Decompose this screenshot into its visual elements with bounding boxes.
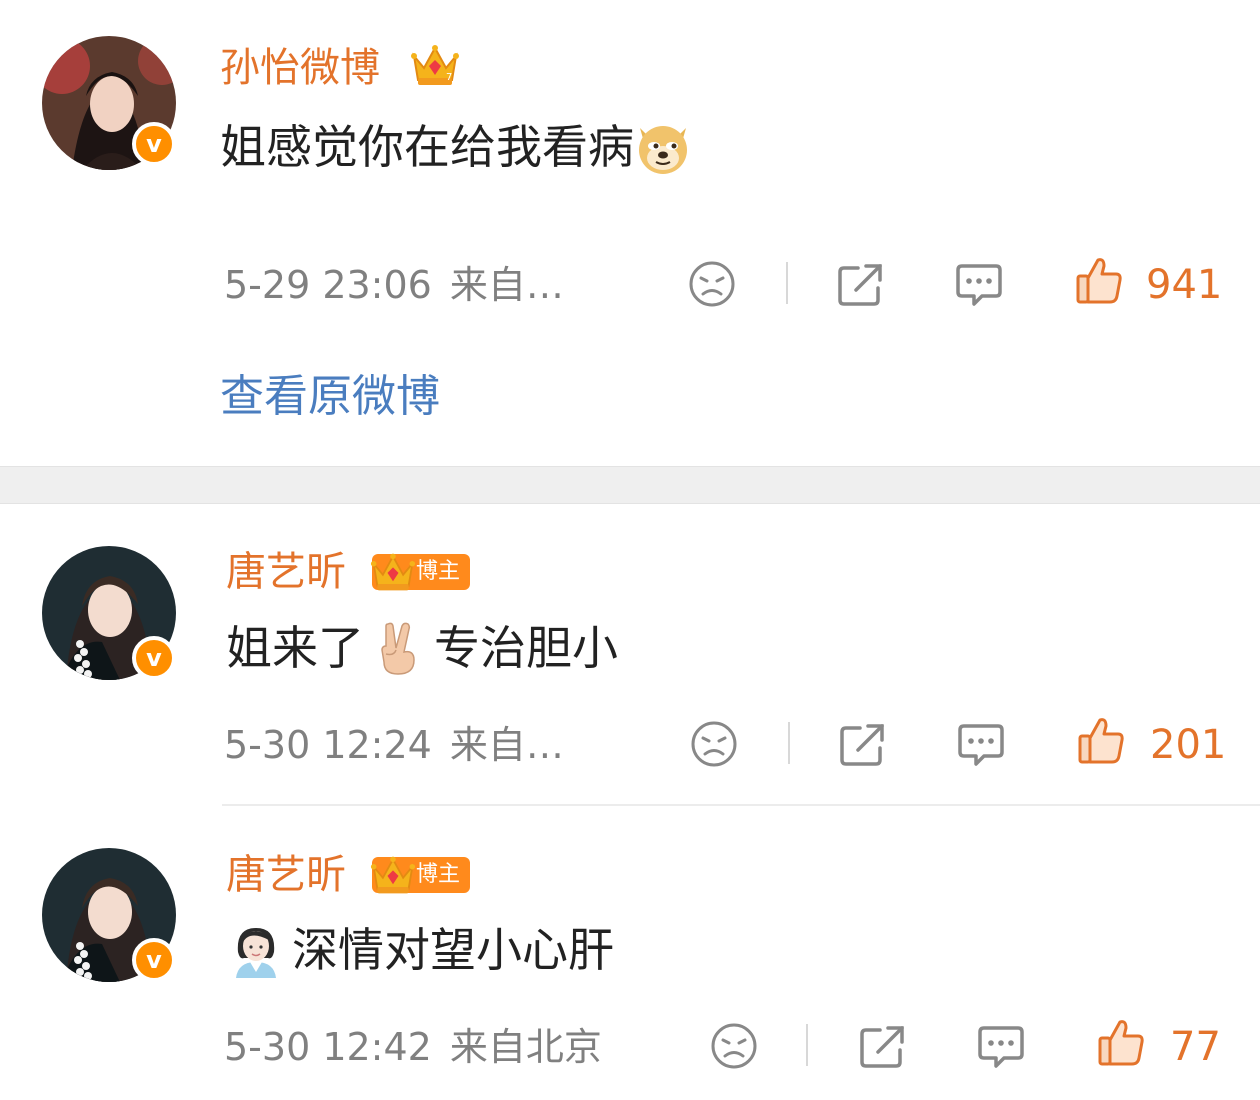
comment-source: 来自北京: [449, 1025, 602, 1069]
like-count: 941: [1146, 262, 1223, 308]
comment-text: 深情对望小心肝: [228, 922, 614, 978]
comment-text: 姐感觉你在给我看病: [220, 118, 692, 176]
like-icon[interactable]: [1076, 716, 1126, 766]
view-original-link[interactable]: 查看原微博: [220, 370, 440, 424]
dislike-face-icon[interactable]: [690, 720, 738, 768]
verified-badge-icon: v: [132, 636, 176, 680]
comment-time: 5-29 23:06: [224, 263, 432, 307]
share-icon[interactable]: [858, 1022, 908, 1070]
comment-meta: 5-30 12:24 来自…: [224, 722, 564, 768]
doge-emoji-icon: [634, 118, 692, 176]
separator: [788, 722, 790, 764]
dislike-face-icon[interactable]: [688, 260, 736, 308]
verified-badge-icon: v: [132, 122, 176, 166]
section-divider: [0, 466, 1260, 504]
comment-text: 姐来了 专治胆小: [226, 620, 618, 676]
username[interactable]: 唐艺昕: [226, 851, 346, 899]
comment-time: 5-30 12:24: [224, 723, 432, 767]
dislike-face-icon[interactable]: [710, 1022, 758, 1070]
share-icon[interactable]: [838, 720, 888, 768]
share-icon[interactable]: [836, 260, 886, 308]
comment-meta: 5-29 23:06 来自…: [224, 262, 564, 308]
svg-text:7: 7: [446, 72, 452, 83]
verified-badge-icon: v: [132, 938, 176, 982]
crown-icon: [370, 553, 416, 591]
crown-icon: [370, 856, 416, 894]
comment-source: 来自…: [449, 723, 564, 767]
comment-time: 5-30 12:42: [224, 1025, 432, 1069]
crown-icon: 7: [411, 45, 459, 85]
like-count: 77: [1170, 1024, 1221, 1070]
username[interactable]: 孙怡微博: [220, 44, 380, 92]
like-icon[interactable]: [1074, 256, 1124, 306]
comment-icon[interactable]: [956, 720, 1006, 768]
victory-hand-icon: [374, 620, 422, 676]
comment-meta: 5-30 12:42 来自北京: [224, 1024, 602, 1070]
separator: [806, 1024, 808, 1066]
separator: [786, 262, 788, 304]
comment-icon[interactable]: [976, 1022, 1026, 1070]
comment-source: 来自…: [449, 263, 564, 307]
like-icon[interactable]: [1096, 1018, 1146, 1068]
comment-divider: [222, 804, 1260, 806]
woman-office-worker-icon: [228, 922, 284, 978]
comment-icon[interactable]: [954, 260, 1004, 308]
like-count: 201: [1150, 722, 1227, 768]
username[interactable]: 唐艺昕: [226, 548, 346, 596]
